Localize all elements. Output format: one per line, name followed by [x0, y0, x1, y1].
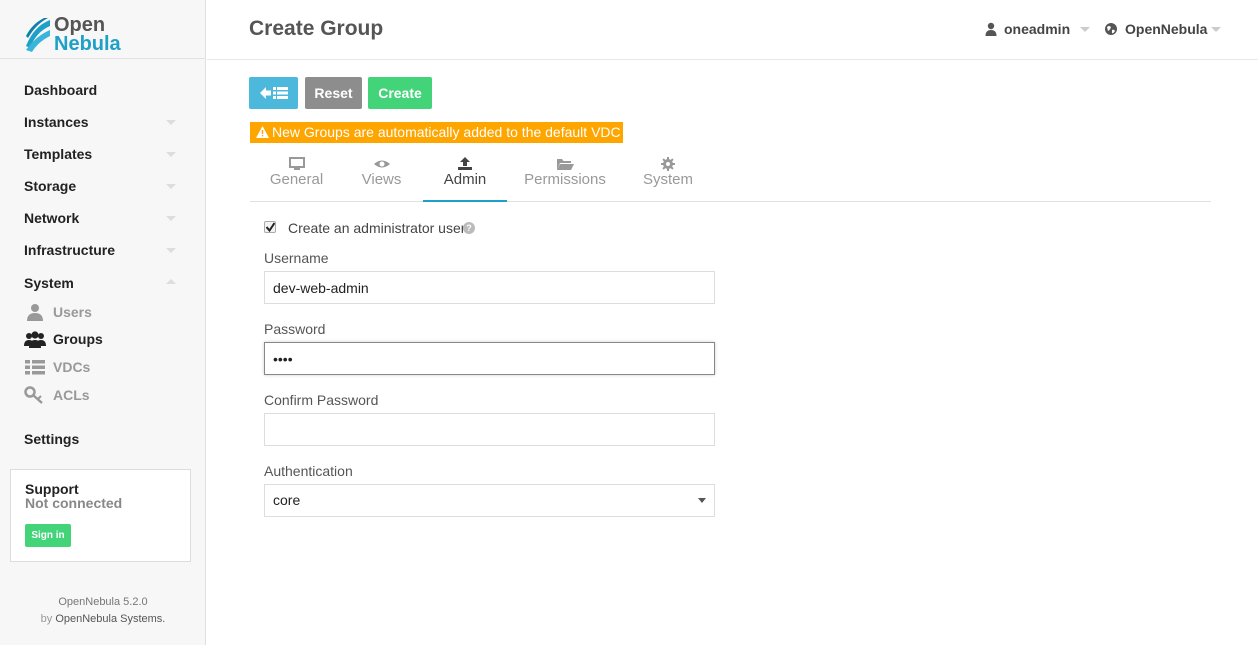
tab-permissions[interactable]: Permissions — [517, 155, 613, 202]
password-input[interactable] — [264, 342, 715, 375]
sidebar-item-label: Storage — [24, 178, 77, 194]
sidebar-item-dashboard[interactable]: Dashboard — [24, 80, 184, 100]
confirm-password-label: Confirm Password — [264, 392, 379, 408]
create-admin-label: Create an administrator user — [288, 220, 466, 236]
tab-general[interactable]: General — [258, 155, 335, 202]
tab-label: General — [269, 171, 324, 188]
warning-banner: New Groups are automatically added to th… — [250, 122, 623, 143]
sidebar-item-label: System — [24, 275, 74, 291]
sidebar-item-system[interactable]: System — [24, 273, 184, 293]
confirm-password-input[interactable] — [264, 413, 715, 446]
folder-open-icon — [557, 159, 574, 170]
users-icon — [24, 331, 46, 348]
sidebar-item-label: Infrastructure — [24, 242, 116, 258]
divider — [0, 58, 206, 59]
password-label: Password — [264, 321, 326, 337]
help-icon[interactable]: ? — [463, 222, 475, 234]
sidebar-item-instances[interactable]: Instances — [24, 112, 184, 132]
header: Create Group oneadmin OpenNebula — [207, 0, 1258, 60]
support-status: Not connected — [25, 495, 123, 511]
page-title: Create Group — [249, 17, 384, 40]
chevron-down-icon — [166, 152, 176, 157]
sidebar-item-infrastructure[interactable]: Infrastructure — [24, 240, 184, 260]
chevron-down-icon — [166, 248, 176, 253]
sidebar-subitem-label: Users — [53, 304, 92, 320]
create-button[interactable]: Create — [368, 77, 432, 109]
sidebar-item-label: Templates — [24, 146, 93, 162]
logo-line2: Nebula — [54, 33, 121, 55]
tab-label: Views — [361, 171, 402, 188]
user-icon — [27, 304, 43, 321]
sidebar: Open Nebula Dashboard Instances Template… — [0, 0, 206, 645]
tab-views[interactable]: Views — [350, 155, 413, 202]
username-input[interactable] — [264, 271, 715, 304]
opennebula-logo[interactable]: Open Nebula — [24, 14, 134, 56]
sidebar-subitem-vdcs[interactable]: VDCs — [24, 357, 184, 377]
sidebar-item-label: Settings — [24, 431, 80, 447]
logo-icon — [26, 18, 50, 52]
sidebar-subitem-label: ACLs — [53, 387, 90, 403]
user-name: oneadmin — [1004, 21, 1071, 37]
back-list-icon — [260, 87, 288, 99]
monitor-icon — [288, 157, 305, 170]
eye-icon — [373, 160, 390, 168]
sidebar-item-storage[interactable]: Storage — [24, 176, 184, 196]
create-admin-checkbox[interactable] — [264, 221, 276, 233]
reset-button[interactable]: Reset — [305, 77, 362, 109]
sidebar-item-network[interactable]: Network — [24, 208, 184, 228]
chevron-down-icon — [166, 184, 176, 189]
chevron-down-icon — [698, 498, 706, 503]
support-panel: Support Not connected Sign in — [10, 469, 191, 562]
chevron-down-icon — [1211, 27, 1221, 32]
sidebar-item-label: Instances — [24, 114, 89, 130]
username-label: Username — [264, 250, 329, 266]
version-text: OpenNebula 5.2.0 — [58, 596, 148, 608]
tab-admin[interactable]: Admin — [423, 155, 507, 202]
logo-text: Open Nebula — [54, 15, 121, 55]
sidebar-subitem-users[interactable]: Users — [24, 302, 184, 322]
sidebar-item-settings[interactable]: Settings — [24, 429, 184, 449]
footer-credit: by OpenNebula Systems. — [0, 613, 206, 625]
warning-icon — [256, 126, 269, 138]
user-icon — [985, 22, 997, 36]
tab-system[interactable]: System — [633, 155, 703, 202]
upload-icon — [458, 157, 472, 170]
sidebar-subitem-label: VDCs — [53, 359, 91, 375]
globe-icon — [1105, 23, 1117, 35]
sidebar-item-label: Network — [24, 210, 80, 226]
chevron-down-icon — [1080, 27, 1090, 32]
footer-company-link[interactable]: OpenNebula Systems. — [55, 613, 165, 625]
authentication-selected-value: core — [273, 492, 301, 508]
sidebar-subitem-label: Groups — [53, 331, 103, 347]
sign-in-button[interactable]: Sign in — [25, 524, 71, 547]
authentication-select[interactable]: core — [264, 484, 715, 517]
sidebar-subitem-acls[interactable]: ACLs — [24, 385, 184, 405]
sidebar-subitem-groups[interactable]: Groups — [24, 329, 184, 349]
tab-label: Admin — [443, 171, 487, 188]
sidebar-item-templates[interactable]: Templates — [24, 144, 184, 164]
zone-name: OpenNebula — [1125, 21, 1208, 37]
chevron-down-icon — [166, 120, 176, 125]
back-to-list-button[interactable] — [249, 77, 298, 109]
authentication-label: Authentication — [264, 463, 353, 479]
checkmark-icon — [266, 222, 275, 232]
warning-text: New Groups are automatically added to th… — [272, 124, 621, 140]
footer-by-prefix: by — [40, 613, 53, 625]
sidebar-item-label: Dashboard — [24, 82, 98, 98]
chevron-down-icon — [166, 216, 176, 221]
list-icon — [25, 360, 45, 375]
chevron-up-icon — [166, 279, 176, 284]
tab-label: Permissions — [524, 171, 606, 188]
key-icon — [24, 386, 43, 404]
tab-label: System — [642, 171, 693, 188]
gear-icon — [661, 157, 675, 171]
